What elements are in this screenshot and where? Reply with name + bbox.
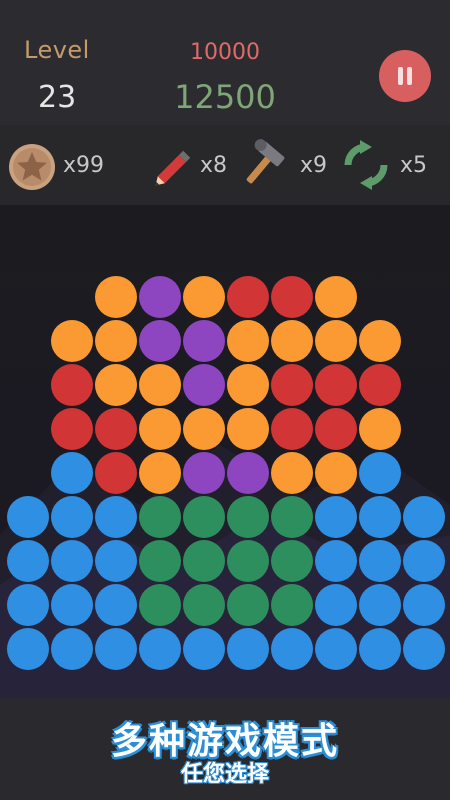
ball[interactable]: [183, 628, 225, 670]
shuffle-powerup[interactable]: x5: [338, 140, 433, 190]
pause-icon: [398, 67, 403, 85]
pencil-powerup[interactable]: x8: [150, 143, 235, 189]
promo-subtitle: 任您选择: [180, 762, 269, 787]
star-count: x99: [63, 153, 105, 178]
ball[interactable]: [51, 628, 93, 670]
ball[interactable]: [51, 540, 93, 582]
ball[interactable]: [139, 276, 181, 318]
ball[interactable]: [51, 584, 93, 626]
ball[interactable]: [139, 540, 181, 582]
shuffle-count: x5: [400, 153, 428, 178]
ball[interactable]: [7, 628, 49, 670]
ball[interactable]: [315, 628, 357, 670]
ball[interactable]: [139, 320, 181, 362]
ball[interactable]: [271, 496, 313, 538]
hammer-icon: [246, 139, 285, 184]
pencil-icon: [155, 150, 191, 186]
ball[interactable]: [315, 584, 357, 626]
ball[interactable]: [95, 540, 137, 582]
ball[interactable]: [183, 276, 225, 318]
ball[interactable]: [271, 408, 313, 450]
ball[interactable]: [51, 496, 93, 538]
ball[interactable]: [139, 496, 181, 538]
ball[interactable]: [227, 364, 269, 406]
ball[interactable]: [183, 320, 225, 362]
ball[interactable]: [403, 540, 445, 582]
ball[interactable]: [227, 452, 269, 494]
ball[interactable]: [51, 408, 93, 450]
ball[interactable]: [139, 584, 181, 626]
ball[interactable]: [51, 452, 93, 494]
ball[interactable]: [271, 364, 313, 406]
ball[interactable]: [183, 408, 225, 450]
game-board: [0, 205, 450, 698]
ball[interactable]: [227, 320, 269, 362]
ball[interactable]: [359, 584, 401, 626]
ball[interactable]: [95, 408, 137, 450]
ball[interactable]: [95, 628, 137, 670]
ball[interactable]: [271, 584, 313, 626]
pause-icon-bar: [407, 67, 412, 85]
game-header: Level 23 10000 12500: [0, 0, 450, 125]
refresh-icon: [344, 140, 388, 190]
ball[interactable]: [227, 276, 269, 318]
ball[interactable]: [227, 584, 269, 626]
ball[interactable]: [95, 452, 137, 494]
ball[interactable]: [139, 628, 181, 670]
ball[interactable]: [51, 364, 93, 406]
pause-button[interactable]: [379, 50, 431, 102]
ball[interactable]: [315, 540, 357, 582]
ball[interactable]: [95, 496, 137, 538]
ball[interactable]: [95, 320, 137, 362]
ball[interactable]: [359, 628, 401, 670]
ball[interactable]: [139, 452, 181, 494]
ball[interactable]: [403, 628, 445, 670]
hammer-count: x9: [300, 153, 328, 178]
ball[interactable]: [95, 584, 137, 626]
hammer-powerup[interactable]: x9: [238, 139, 330, 189]
ball[interactable]: [227, 540, 269, 582]
ball[interactable]: [271, 540, 313, 582]
ball[interactable]: [271, 320, 313, 362]
ball[interactable]: [359, 408, 401, 450]
ball[interactable]: [315, 408, 357, 450]
ball[interactable]: [359, 540, 401, 582]
ball[interactable]: [183, 584, 225, 626]
star-icon: [9, 144, 55, 190]
promo-footer: 多种游戏模式 任您选择: [0, 698, 450, 800]
ball[interactable]: [7, 584, 49, 626]
ball[interactable]: [271, 276, 313, 318]
ball[interactable]: [227, 628, 269, 670]
powerup-toolbar: x99 x8 x9 x5: [0, 125, 450, 205]
ball[interactable]: [359, 496, 401, 538]
ball[interactable]: [139, 408, 181, 450]
ball[interactable]: [227, 408, 269, 450]
ball[interactable]: [271, 452, 313, 494]
ball[interactable]: [359, 452, 401, 494]
ball[interactable]: [183, 364, 225, 406]
ball[interactable]: [315, 320, 357, 362]
ball[interactable]: [359, 364, 401, 406]
ball[interactable]: [183, 452, 225, 494]
ball[interactable]: [7, 496, 49, 538]
ball[interactable]: [183, 540, 225, 582]
ball[interactable]: [7, 540, 49, 582]
ball[interactable]: [315, 364, 357, 406]
ball[interactable]: [315, 276, 357, 318]
ball[interactable]: [183, 496, 225, 538]
ball[interactable]: [227, 496, 269, 538]
ball[interactable]: [95, 276, 137, 318]
ball[interactable]: [51, 320, 93, 362]
star-powerup[interactable]: x99: [8, 143, 108, 190]
ball[interactable]: [403, 584, 445, 626]
ball[interactable]: [315, 496, 357, 538]
pencil-count: x8: [200, 153, 228, 178]
ball[interactable]: [315, 452, 357, 494]
ball[interactable]: [403, 496, 445, 538]
ball[interactable]: [139, 364, 181, 406]
ball[interactable]: [271, 628, 313, 670]
ball[interactable]: [95, 364, 137, 406]
ball[interactable]: [359, 320, 401, 362]
